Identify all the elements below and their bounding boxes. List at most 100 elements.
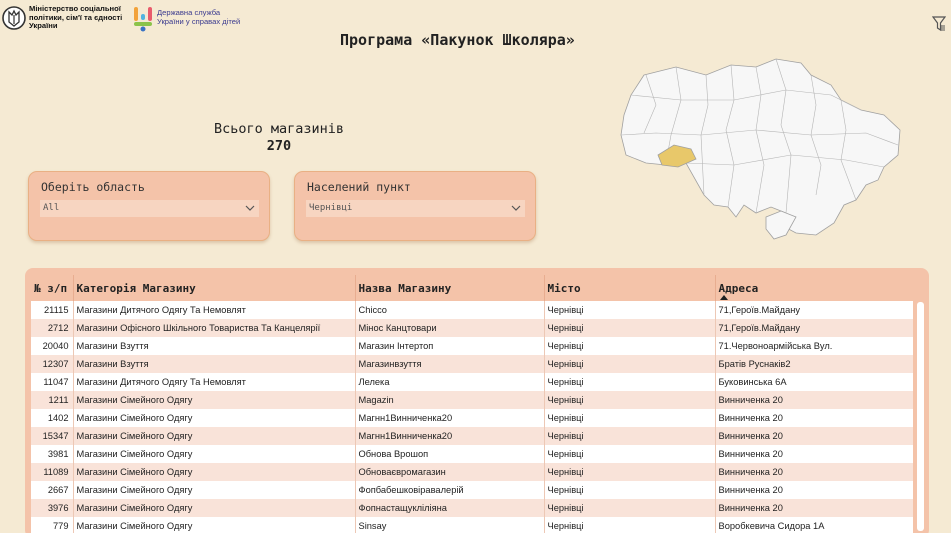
table-row[interactable]: 1211 Магазини Сімейного Одягу Magazin Черні… bbox=[31, 391, 913, 409]
table-row[interactable]: 3981 Магазини Сімейного Одягу Обнова Врошо… bbox=[31, 445, 913, 463]
cell-number: 2712 bbox=[31, 319, 74, 337]
cell-city: Чернівці bbox=[544, 391, 716, 409]
column-header-store-name[interactable]: Назва Магазину bbox=[355, 275, 545, 301]
cell-category: Магазини Офісного Шкільного Товариства Т… bbox=[73, 319, 356, 337]
table-row[interactable]: 2667 Магазини Сімейного Одягу Фопбабешкові… bbox=[31, 481, 913, 499]
cell-number: 1211 bbox=[31, 391, 74, 409]
table-scrollbar-thumb[interactable] bbox=[917, 302, 924, 531]
ditu-logo-text: Державна служба України у справах дітей bbox=[157, 8, 241, 26]
city-dropdown-value: Чернівці bbox=[309, 203, 353, 213]
city-slicer-title: Населений пункт bbox=[307, 180, 411, 194]
cell-category: Магазини Взуття bbox=[73, 337, 356, 355]
cell-city: Чернівці bbox=[544, 319, 716, 337]
cell-store-name: Обноваєвромагазин bbox=[355, 463, 545, 481]
cell-number: 21115 bbox=[31, 301, 74, 319]
cell-city: Чернівці bbox=[544, 427, 716, 445]
city-slicer: Населений пункт Чернівці bbox=[294, 171, 536, 241]
cell-address: 71.Червоноармійська Вул. bbox=[715, 337, 913, 355]
cell-category: Магазини Сімейного Одягу bbox=[73, 427, 356, 445]
cell-city: Чернівці bbox=[544, 445, 716, 463]
cell-city: Чернівці bbox=[544, 499, 716, 517]
cell-number: 15347 bbox=[31, 427, 74, 445]
cell-category: Магазини Дитячого Одягу Та Немовлят bbox=[73, 301, 356, 319]
table-row[interactable]: 12307 Магазини Взуття Магазинвзуття Чернівц… bbox=[31, 355, 913, 373]
cell-number: 11047 bbox=[31, 373, 74, 391]
cell-address: 71,Героїв.Майдану bbox=[715, 319, 913, 337]
cell-category: Магазини Дитячого Одягу Та Немовлят bbox=[73, 373, 356, 391]
cell-address: Воробкевича Сидора 1А bbox=[715, 517, 913, 533]
cell-number: 3976 bbox=[31, 499, 74, 517]
cell-store-name: Magazin bbox=[355, 391, 545, 409]
cell-store-name: Chicco bbox=[355, 301, 545, 319]
cell-city: Чернівці bbox=[544, 481, 716, 499]
cell-address: Братів Руснаків2 bbox=[715, 355, 913, 373]
table-row[interactable]: 3976 Магазини Сімейного Одягу Фопнастащукл… bbox=[31, 499, 913, 517]
cell-category: Магазини Сімейного Одягу bbox=[73, 445, 356, 463]
cell-address: Винниченка 20 bbox=[715, 391, 913, 409]
column-header-address[interactable]: Адреса bbox=[715, 275, 913, 301]
cell-address: Винниченка 20 bbox=[715, 499, 913, 517]
filter-icon[interactable] bbox=[932, 16, 946, 32]
cell-address: Винниченка 20 bbox=[715, 481, 913, 499]
cell-store-name: Мінос Канцтовари bbox=[355, 319, 545, 337]
cell-address: Винниченка 20 bbox=[715, 463, 913, 481]
cell-address: Буковинська 6А bbox=[715, 373, 913, 391]
cell-store-name: Обнова Врошоп bbox=[355, 445, 545, 463]
column-header-number[interactable]: № з/п bbox=[31, 275, 74, 301]
cell-address: Винниченка 20 bbox=[715, 427, 913, 445]
table-row[interactable]: 779 Магазини Сімейного Одягу Sinsay Чернівц… bbox=[31, 517, 913, 533]
cell-store-name: Магазин Інтертоп bbox=[355, 337, 545, 355]
cell-store-name: Лелека bbox=[355, 373, 545, 391]
table-row[interactable]: 21115 Магазини Дитячого Одягу Та Немовлят… bbox=[31, 301, 913, 319]
ukraine-regions-map[interactable] bbox=[616, 55, 906, 245]
total-stores-label: Всього магазинів bbox=[213, 121, 345, 137]
stores-table-scroll[interactable]: № з/п Категорія Магазину Назва Магазину … bbox=[31, 275, 913, 533]
column-header-city[interactable]: Місто bbox=[544, 275, 716, 301]
table-row[interactable]: 20040 Магазини Взуття Магазин Інтертоп Черн… bbox=[31, 337, 913, 355]
cell-store-name: Магазинвзуття bbox=[355, 355, 545, 373]
cell-number: 1402 bbox=[31, 409, 74, 427]
cell-number: 20040 bbox=[31, 337, 74, 355]
header-logos: Міністерство соціальної політики, сім'ї … bbox=[2, 2, 247, 34]
cell-city: Чернівці bbox=[544, 337, 716, 355]
ditu-logo-icon bbox=[134, 7, 152, 32]
cell-category: Магазини Сімейного Одягу bbox=[73, 499, 356, 517]
table-row[interactable]: 1402 Магазини Сімейного Одягу Магнн1Виннич… bbox=[31, 409, 913, 427]
cell-category: Магазини Сімейного Одягу bbox=[73, 409, 356, 427]
cell-category: Магазини Сімейного Одягу bbox=[73, 391, 356, 409]
total-stores-value: 270 bbox=[266, 138, 292, 154]
region-dropdown-value: All bbox=[43, 203, 60, 213]
ministry-emblem-icon bbox=[2, 6, 26, 30]
cell-address: Винниченка 20 bbox=[715, 445, 913, 463]
cell-number: 779 bbox=[31, 517, 74, 533]
chevron-down-icon bbox=[245, 205, 255, 211]
table-row[interactable]: 11047 Магазини Дитячого Одягу Та Немовлят… bbox=[31, 373, 913, 391]
table-body: 21115 Магазини Дитячого Одягу Та Немовлят… bbox=[31, 301, 913, 533]
cell-city: Чернівці bbox=[544, 409, 716, 427]
cell-city: Чернівці bbox=[544, 517, 716, 533]
region-dropdown[interactable]: All bbox=[40, 200, 259, 217]
table-row[interactable]: 11089 Магазини Сімейного Одягу Обноваєвром… bbox=[31, 463, 913, 481]
cell-address: 71,Героїв.Майдану bbox=[715, 301, 913, 319]
stores-table: № з/п Категорія Магазину Назва Магазину … bbox=[31, 275, 913, 533]
cell-number: 3981 bbox=[31, 445, 74, 463]
cell-number: 12307 bbox=[31, 355, 74, 373]
region-slicer-title: Оберіть область bbox=[41, 180, 145, 194]
city-dropdown[interactable]: Чернівці bbox=[306, 200, 525, 217]
cell-store-name: Магнн1Винниченка20 bbox=[355, 409, 545, 427]
cell-category: Магазини Сімейного Одягу bbox=[73, 517, 356, 533]
ministry-logo-text: Міністерство соціальної політики, сім'ї … bbox=[29, 4, 123, 31]
table-row[interactable]: 2712 Магазини Офісного Шкільного Товарист… bbox=[31, 319, 913, 337]
region-slicer: Оберіть область All bbox=[28, 171, 270, 241]
cell-store-name: Магнн1Винниченка20 bbox=[355, 427, 545, 445]
chevron-down-icon bbox=[511, 205, 521, 211]
stores-table-card: № з/п Категорія Магазину Назва Магазину … bbox=[25, 268, 929, 533]
cell-city: Чернівці bbox=[544, 355, 716, 373]
table-row[interactable]: 15347 Магазини Сімейного Одягу Магнн1Винни… bbox=[31, 427, 913, 445]
cell-store-name: Sinsay bbox=[355, 517, 545, 533]
cell-city: Чернівці bbox=[544, 373, 716, 391]
cell-city: Чернівці bbox=[544, 463, 716, 481]
column-header-category[interactable]: Категорія Магазину bbox=[73, 275, 356, 301]
table-scrollbar[interactable] bbox=[917, 302, 924, 531]
cell-store-name: Фопбабешковіравалерій bbox=[355, 481, 545, 499]
